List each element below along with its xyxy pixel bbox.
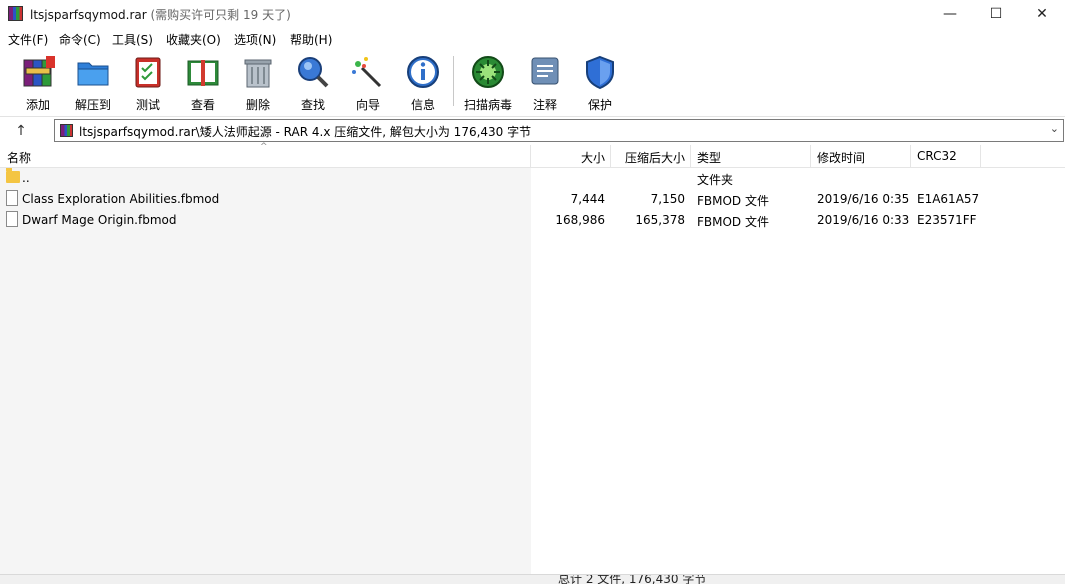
test-clipboard-icon: [135, 57, 161, 88]
row-size: 168,986: [555, 213, 605, 227]
delete-button[interactable]: 删除: [230, 52, 286, 112]
address-path-text: ltsjsparfsqymod.rar\矮人法师起源 - RAR 4.x 压缩文…: [79, 125, 532, 139]
scan-virus-button[interactable]: 扫描病毒: [460, 52, 516, 112]
table-row-parent-folder[interactable]: .. 文件夹: [0, 168, 1065, 189]
row-type: FBMOD 文件: [697, 215, 769, 229]
delete-label: 删除: [245, 98, 270, 112]
test-label: 测试: [135, 98, 160, 112]
table-row[interactable]: Dwarf Mage Origin.fbmod 168,986 165,378 …: [0, 210, 1065, 231]
column-divider[interactable]: [690, 145, 691, 167]
folder-icon: [6, 168, 20, 183]
view-book-icon: [187, 60, 219, 86]
wizard-label: 向导: [355, 98, 380, 112]
column-divider[interactable]: [910, 145, 911, 167]
row-crc32: E23571FF: [917, 213, 977, 227]
menu-file[interactable]: 文件(F): [8, 31, 48, 48]
column-divider[interactable]: [610, 145, 611, 167]
file-icon: [6, 190, 18, 206]
row-modified: 2019/6/16 0:35: [817, 192, 910, 206]
menu-favorites[interactable]: 收藏夹(O): [166, 31, 221, 48]
column-size[interactable]: 大小: [540, 149, 605, 166]
address-row: ↑ ltsjsparfsqymod.rar\矮人法师起源 - RAR 4.x 压…: [0, 116, 1065, 145]
row-crc32: E1A61A57: [917, 192, 980, 206]
find-label: 查找: [300, 98, 325, 112]
shield-icon: [586, 55, 614, 90]
row-name: ..: [22, 171, 30, 185]
archive-icon: [60, 124, 73, 137]
find-button[interactable]: 查找: [285, 52, 341, 112]
menu-help[interactable]: 帮助(H): [290, 31, 332, 48]
comment-icon: [531, 57, 559, 85]
archive-filename: ltsjsparfsqymod.rar: [30, 8, 147, 22]
menu-tools[interactable]: 工具(S): [112, 31, 153, 48]
protect-button[interactable]: 保护: [572, 52, 628, 112]
protect-label: 保护: [587, 98, 612, 112]
trial-notice: (需购买许可只剩 19 天了): [150, 8, 291, 22]
window-title: ltsjsparfsqymod.rar (需购买许可只剩 19 天了): [30, 6, 291, 23]
maximize-button[interactable]: ☐: [973, 0, 1019, 28]
virus-scan-icon: [472, 56, 504, 88]
file-list-header: 名称 ^ 大小 压缩后大小 类型 修改时间 CRC32: [0, 142, 1065, 168]
row-modified: 2019/6/16 0:33: [817, 213, 910, 227]
view-button[interactable]: 查看: [175, 52, 231, 112]
magnifier-icon: [298, 57, 329, 88]
column-divider[interactable]: [810, 145, 811, 167]
menu-commands[interactable]: 命令(C): [59, 31, 101, 48]
sort-ascending-icon: ^: [260, 142, 268, 152]
menu-bar: 文件(F) 命令(C) 工具(S) 收藏夹(O) 选项(N) 帮助(H): [0, 28, 1065, 48]
view-label: 查看: [190, 98, 215, 112]
table-row[interactable]: Class Exploration Abilities.fbmod 7,444 …: [0, 189, 1065, 210]
add-archive-icon: [23, 56, 55, 87]
row-type: FBMOD 文件: [697, 194, 769, 208]
column-packed-size[interactable]: 压缩后大小: [612, 149, 685, 166]
toolbar: 添加 解压到 测试 查看 删除 查找 向导 信息 扫描病毒 注释 保护: [0, 48, 1065, 114]
winrar-app-icon: [8, 6, 23, 21]
column-modified[interactable]: 修改时间: [817, 149, 865, 166]
extract-button[interactable]: 解压到: [65, 52, 121, 112]
row-packed-size: 165,378: [635, 213, 685, 227]
close-button[interactable]: ✕: [1019, 0, 1065, 28]
column-type[interactable]: 类型: [697, 149, 721, 166]
comment-label: 注释: [532, 98, 557, 112]
menu-options[interactable]: 选项(N): [234, 31, 276, 48]
address-path-field[interactable]: ltsjsparfsqymod.rar\矮人法师起源 - RAR 4.x 压缩文…: [54, 119, 1064, 142]
info-button[interactable]: 信息: [395, 52, 451, 112]
column-name[interactable]: 名称: [7, 149, 31, 166]
column-divider[interactable]: [530, 145, 531, 167]
comment-button[interactable]: 注释: [517, 52, 573, 112]
trash-icon: [244, 59, 272, 88]
chevron-down-icon[interactable]: ⌄: [1050, 122, 1059, 135]
add-button[interactable]: 添加: [10, 52, 66, 112]
scan-virus-label: 扫描病毒: [463, 98, 512, 112]
row-name: Class Exploration Abilities.fbmod: [22, 192, 220, 206]
row-packed-size: 7,150: [650, 192, 685, 206]
wizard-button[interactable]: 向导: [340, 52, 396, 112]
column-crc32[interactable]: CRC32: [917, 149, 957, 163]
info-label: 信息: [410, 98, 435, 112]
extract-folder-icon: [77, 62, 109, 86]
extract-label: 解压到: [74, 98, 111, 112]
wizard-wand-icon: [352, 57, 382, 88]
minimize-button[interactable]: —: [927, 0, 973, 28]
file-icon: [6, 211, 18, 227]
toolbar-separator: [453, 56, 454, 106]
title-bar: ltsjsparfsqymod.rar (需购买许可只剩 19 天了) — ☐ …: [0, 0, 1065, 28]
row-type: 文件夹: [697, 173, 734, 187]
row-size: 7,444: [570, 192, 605, 206]
test-button[interactable]: 测试: [120, 52, 176, 112]
up-folder-button[interactable]: ↑: [8, 121, 34, 141]
column-divider[interactable]: [980, 145, 981, 167]
add-label: 添加: [25, 98, 50, 112]
row-name: Dwarf Mage Origin.fbmod: [22, 213, 177, 227]
info-icon: [407, 56, 439, 88]
